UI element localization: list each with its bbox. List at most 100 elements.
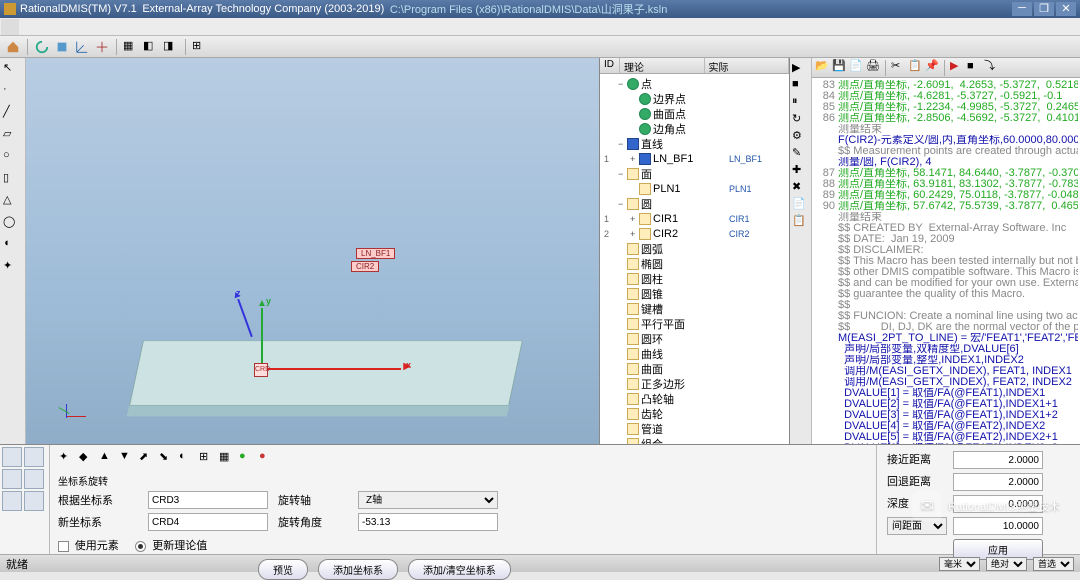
bt-6-icon[interactable]: ⬊ [158, 449, 176, 467]
code-tool-7-icon[interactable]: ✚ [791, 162, 809, 178]
menu-item-1[interactable] [1, 19, 19, 35]
status-units-select[interactable]: 毫米 [939, 557, 980, 571]
code-tool-9-icon[interactable]: 📄 [791, 196, 809, 212]
bt-10-icon[interactable]: ● [238, 449, 256, 467]
save-icon[interactable]: 💾 [831, 60, 847, 76]
tree-row[interactable]: PLN1PLN1 [600, 181, 789, 196]
circle-tool-icon[interactable]: ○ [2, 148, 22, 168]
code-tool-4-icon[interactable]: ↻ [791, 111, 809, 127]
crd-mode-5-icon[interactable] [2, 491, 22, 511]
code-tool-5-icon[interactable]: ⚙ [791, 128, 809, 144]
bt-5-icon[interactable]: ⬈ [138, 449, 156, 467]
crd-mode-4-icon[interactable] [24, 469, 44, 489]
point-tool-icon[interactable]: · [2, 82, 22, 102]
use-entity-checkbox[interactable] [58, 541, 69, 552]
pointer-icon[interactable]: ↖ [2, 60, 22, 80]
bt-4-icon[interactable]: ▼ [118, 449, 136, 467]
refresh-icon[interactable] [33, 38, 51, 56]
tree-row[interactable]: 齿轮 [600, 406, 789, 421]
stop-icon[interactable]: ■ [966, 60, 982, 76]
gap-input[interactable] [953, 517, 1043, 535]
print-icon[interactable]: 🖨 [865, 60, 881, 76]
view1-icon[interactable]: ▦ [122, 38, 140, 56]
tree-row[interactable]: 圆环 [600, 331, 789, 346]
tree-row[interactable]: 1+LN_BF1LN_BF1 [600, 151, 789, 166]
code-tool-10-icon[interactable]: 📋 [791, 213, 809, 229]
close-button[interactable]: ✕ [1056, 2, 1076, 16]
sphere-tool-icon[interactable]: ◯ [2, 214, 22, 234]
ref-crd-input[interactable] [148, 491, 268, 509]
tree-row[interactable]: 圆弧 [600, 241, 789, 256]
cube-icon[interactable] [53, 38, 71, 56]
bt-11-icon[interactable]: ● [258, 449, 276, 467]
tree-row[interactable]: 曲线 [600, 346, 789, 361]
tree-row[interactable]: 1+CIR1CIR1 [600, 211, 789, 226]
crd-mode-3-icon[interactable] [2, 469, 22, 489]
view2-icon[interactable]: ◧ [142, 38, 160, 56]
bt-1-icon[interactable]: ✦ [58, 449, 76, 467]
angle-input[interactable] [358, 513, 498, 531]
cut-icon[interactable]: ✂ [890, 60, 906, 76]
origin-marker[interactable]: CRD [254, 363, 268, 377]
tree-row[interactable]: 曲面点 [600, 106, 789, 121]
retract-input[interactable] [953, 473, 1043, 491]
step-icon[interactable]: ⤵ [983, 60, 999, 76]
tree-row[interactable]: 椭圆 [600, 256, 789, 271]
cone-tool-icon[interactable]: △ [2, 192, 22, 212]
code-tool-3-icon[interactable]: ⏸ [791, 94, 809, 110]
tree-row[interactable]: 边角点 [600, 121, 789, 136]
code-editor[interactable]: 83测点/直角坐标, -2.6091, 4.2653, -5.3727, 0.5… [812, 78, 1080, 444]
plane-tool-icon[interactable]: ▱ [2, 126, 22, 146]
bt-3-icon[interactable]: ▲ [98, 449, 116, 467]
add-clear-crd-button[interactable]: 添加/清空坐标系 [408, 559, 511, 580]
crd-mode-6-icon[interactable] [24, 491, 44, 511]
new-icon[interactable]: 📄 [848, 60, 864, 76]
open-icon[interactable]: 📂 [814, 60, 830, 76]
tree-row[interactable]: −直线 [600, 136, 789, 151]
tree-row[interactable]: 圆柱 [600, 271, 789, 286]
tree-row[interactable]: −圆 [600, 196, 789, 211]
axis-select[interactable]: Z轴 [358, 491, 498, 509]
3d-viewport[interactable]: x y z CRD LN_BF1 CIR2 [26, 58, 600, 444]
bt-9-icon[interactable]: ▦ [218, 449, 236, 467]
tree-header-actual[interactable]: 实际 [705, 58, 790, 73]
axes-icon[interactable] [93, 38, 111, 56]
preview-button[interactable]: 预览 [258, 559, 308, 580]
paste-icon[interactable]: 📌 [924, 60, 940, 76]
tree-row[interactable]: −面 [600, 166, 789, 181]
misc-tool-icon[interactable]: ✦ [2, 258, 22, 278]
update-theory-radio[interactable] [135, 541, 146, 552]
run-icon[interactable]: ▶ [949, 60, 965, 76]
tree-header-id[interactable]: ID [600, 58, 620, 73]
minimize-button[interactable]: ─ [1012, 2, 1032, 16]
cylinder-tool-icon[interactable]: ▯ [2, 170, 22, 190]
status-alt-select[interactable]: 首选 [1033, 557, 1074, 571]
coords-icon[interactable] [73, 38, 91, 56]
approach-input[interactable] [953, 451, 1043, 469]
tree-row[interactable]: 平行平面 [600, 316, 789, 331]
code-tool-8-icon[interactable]: ✖ [791, 179, 809, 195]
gap-select[interactable]: 间距面 [887, 517, 947, 535]
tree-row[interactable]: 正多边形 [600, 376, 789, 391]
entity-label-cir2[interactable]: CIR2 [351, 261, 379, 272]
view3-icon[interactable]: ◨ [162, 38, 180, 56]
home-icon[interactable] [4, 38, 22, 56]
bt-7-icon[interactable]: ◐ [178, 449, 196, 467]
bt-2-icon[interactable]: ◆ [78, 449, 96, 467]
tree-row[interactable]: 键槽 [600, 301, 789, 316]
tree-row[interactable]: −点 [600, 76, 789, 91]
bt-8-icon[interactable]: ⊞ [198, 449, 216, 467]
entity-label-ln-bf1[interactable]: LN_BF1 [356, 248, 395, 259]
tree-row[interactable]: 圆锥 [600, 286, 789, 301]
tree-header-theory[interactable]: 理论 [620, 58, 705, 73]
depth-input[interactable] [953, 495, 1043, 513]
tree-row[interactable]: 曲面 [600, 361, 789, 376]
add-crd-button[interactable]: 添加坐标系 [318, 559, 398, 580]
tree-row[interactable]: 2+CIR2CIR2 [600, 226, 789, 241]
line-tool-icon[interactable]: ╱ [2, 104, 22, 124]
tree-row[interactable]: 边界点 [600, 91, 789, 106]
crd-mode-2-icon[interactable] [24, 447, 44, 467]
tree-row[interactable]: 管道 [600, 421, 789, 436]
code-tool-6-icon[interactable]: ✎ [791, 145, 809, 161]
maximize-button[interactable]: ❐ [1034, 2, 1054, 16]
